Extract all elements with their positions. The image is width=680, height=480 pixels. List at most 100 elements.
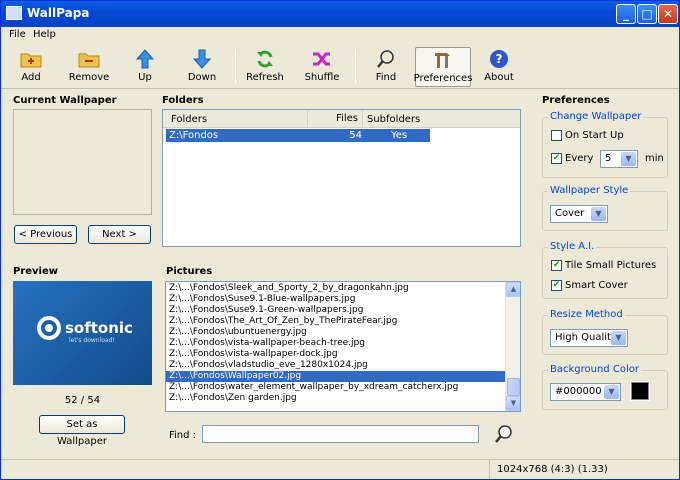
chevron-down-icon[interactable]: ▼	[604, 385, 619, 399]
menu-help[interactable]: Help	[33, 29, 56, 40]
chevron-down-icon[interactable]: ▼	[621, 152, 636, 166]
list-item[interactable]: Z:\...\Fondos\Sleek_and_Sporty_2_by_drag…	[166, 283, 505, 294]
chevron-down-icon[interactable]: ▼	[611, 331, 626, 345]
resize-method-label: Resize Method	[548, 309, 625, 320]
current-wallpaper-title: Current Wallpaper	[13, 95, 117, 106]
resize-method-value: High Quality	[555, 332, 617, 343]
refresh-icon	[254, 49, 276, 69]
folders-table[interactable]: Folders Files Subfolders Z:\Fondos 54 Ye…	[162, 109, 521, 247]
style-ai-label: Style A.I.	[548, 241, 597, 252]
find-search-icon[interactable]	[493, 424, 513, 444]
change-wallpaper-label: Change Wallpaper	[548, 111, 644, 122]
list-item[interactable]: Z:\...\Fondos\Wallpaper02.jpg	[166, 371, 505, 382]
menu-bar: File Help	[1, 27, 679, 45]
app-icon	[6, 6, 22, 20]
list-item[interactable]: Z:\...\Fondos\ubuntuenergy.jpg	[166, 327, 505, 338]
preferences-button[interactable]: Preferences	[413, 47, 473, 87]
background-color-group: Background Color #000000 ▼	[542, 364, 668, 410]
shuffle-label: Shuffle	[304, 72, 340, 83]
chevron-down-icon[interactable]: ▼	[591, 207, 606, 221]
shuffle-icon	[311, 49, 333, 69]
list-item[interactable]: Z:\...\Fondos\Zen garden.jpg	[166, 393, 505, 404]
scroll-up-icon[interactable]: ▲	[506, 282, 520, 297]
set-as-wallpaper-button[interactable]: Set as Wallpaper	[39, 415, 125, 447]
list-item[interactable]: Z:\...\Fondos\vista-wallpaper-dock.jpg	[166, 349, 505, 360]
toolbar: Add Remove Up Down Refresh Shuffle Find	[1, 45, 679, 89]
list-item[interactable]: Z:\...\Fondos\vista-wallpaper-beach-tree…	[166, 338, 505, 349]
folders-header-files[interactable]: Files	[307, 110, 363, 128]
every-checkbox[interactable]: ✔	[551, 153, 562, 164]
folder-add-icon	[20, 49, 42, 69]
softonic-logo: softonic	[65, 319, 133, 337]
pictures-items: Z:\...\Fondos\Sleek_and_Sporty_2_by_drag…	[166, 283, 505, 404]
list-item[interactable]: Z:\...\Fondos\water_element_wallpaper_by…	[166, 382, 505, 393]
pictures-list[interactable]: Z:\...\Fondos\Sleek_and_Sporty_2_by_drag…	[165, 281, 521, 412]
softonic-tagline: let's download!	[69, 337, 115, 344]
status-bar: 1024x768 (4:3) (1.33)	[1, 459, 679, 479]
title-bar: WallPapa _ □ ✕	[1, 1, 679, 27]
down-button[interactable]: Down	[185, 47, 219, 87]
on-start-up-checkbox[interactable]	[551, 130, 562, 141]
preview-title: Preview	[13, 266, 59, 277]
scroll-thumb[interactable]	[507, 378, 520, 396]
shuffle-button[interactable]: Shuffle	[303, 47, 341, 87]
maximize-button[interactable]: □	[637, 4, 657, 24]
add-button[interactable]: Add	[13, 47, 49, 87]
tile-small-pictures-label: Tile Small Pictures	[565, 260, 657, 271]
every-label: Every	[565, 153, 594, 164]
refresh-label: Refresh	[246, 72, 284, 83]
remove-button[interactable]: Remove	[67, 47, 111, 87]
resize-method-select[interactable]: High Quality ▼	[550, 329, 628, 347]
wallpaper-style-group: Wallpaper Style Cover ▼	[542, 185, 668, 231]
refresh-button[interactable]: Refresh	[245, 47, 285, 87]
arrow-down-icon	[191, 49, 213, 69]
folder-path: Z:\Fondos	[169, 130, 219, 141]
previous-button[interactable]: < Previous	[14, 225, 77, 244]
table-row[interactable]: Z:\Fondos 54 Yes	[166, 129, 430, 142]
toolbar-separator	[355, 49, 356, 83]
wallpaper-style-label: Wallpaper Style	[548, 185, 631, 196]
tile-small-pictures-checkbox[interactable]: ✔	[551, 260, 562, 271]
pictures-title: Pictures	[166, 266, 213, 277]
list-item[interactable]: Z:\...\Fondos\The_Art_Of_Zen_by_ThePirat…	[166, 316, 505, 327]
minimize-button[interactable]: _	[616, 4, 636, 24]
list-item[interactable]: Z:\...\Fondos\vladstudio_eve_1280x1024.j…	[166, 360, 505, 371]
list-item[interactable]: Z:\...\Fondos\Suse9.1-Green-wallpapers.j…	[166, 305, 505, 316]
wallpaper-style-value: Cover	[555, 208, 585, 219]
toolbar-separator	[235, 49, 236, 83]
folders-header-folders[interactable]: Folders	[171, 114, 207, 125]
about-button[interactable]: ? About	[483, 47, 515, 87]
interval-select[interactable]: 5 ▼	[600, 150, 638, 168]
list-item[interactable]: Z:\...\Fondos\Suse9.1-Blue-wallpapers.jp…	[166, 294, 505, 305]
folder-remove-icon	[78, 49, 100, 69]
magnifier-icon	[375, 49, 397, 69]
smart-cover-checkbox[interactable]: ✔	[551, 280, 562, 291]
up-button[interactable]: Up	[129, 47, 161, 87]
status-divider	[489, 460, 490, 479]
wallpaper-style-select[interactable]: Cover ▼	[550, 205, 608, 223]
folders-header-row: Folders Files Subfolders	[163, 110, 520, 128]
remove-label: Remove	[68, 72, 110, 83]
preferences-label: Preferences	[413, 73, 473, 84]
next-button[interactable]: Next >	[88, 225, 151, 244]
background-color-swatch[interactable]	[630, 381, 650, 401]
preview-counter: 52 / 54	[64, 395, 101, 406]
folders-header-subfolders[interactable]: Subfolders	[367, 114, 420, 125]
find-field-label: Find :	[169, 430, 197, 441]
background-color-label: Background Color	[548, 364, 641, 375]
svg-text:?: ?	[496, 52, 503, 66]
smart-cover-label: Smart Cover	[565, 280, 628, 291]
style-ai-group: Style A.I. ✔ Tile Small Pictures ✔ Smart…	[542, 241, 668, 299]
close-button[interactable]: ✕	[658, 4, 678, 24]
find-button[interactable]: Find	[371, 47, 401, 87]
up-label: Up	[138, 72, 152, 83]
find-input[interactable]	[202, 425, 479, 443]
menu-file[interactable]: File	[9, 29, 26, 40]
current-wallpaper-thumbnail	[13, 109, 152, 215]
pictures-scrollbar[interactable]: ▲ ▼	[505, 282, 520, 411]
scroll-down-icon[interactable]: ▼	[506, 396, 520, 411]
folder-subfolders: Yes	[391, 130, 408, 141]
help-icon: ?	[488, 49, 510, 69]
background-color-select[interactable]: #000000 ▼	[550, 383, 621, 401]
interval-value: 5	[605, 153, 612, 164]
